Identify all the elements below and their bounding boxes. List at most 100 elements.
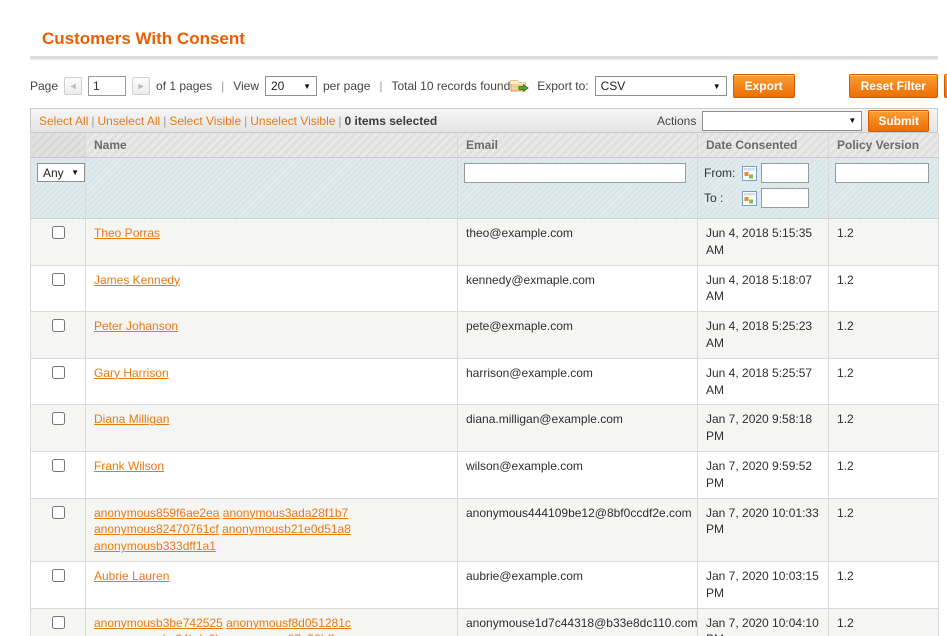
name-cell: anonymousb3be742525 anonymousf8d051281c … <box>86 608 458 636</box>
date-from-input[interactable] <box>761 163 809 183</box>
per-page-select[interactable]: 20 ▼ <box>265 76 317 96</box>
date-cell: Jan 7, 2020 10:03:15 PM <box>698 561 829 608</box>
submit-button[interactable]: Submit <box>868 110 929 132</box>
row-checkbox-cell <box>31 451 86 498</box>
export-format-select[interactable]: CSV ▼ <box>595 76 727 96</box>
date-cell: Jan 7, 2020 9:58:18 PM <box>698 405 829 452</box>
name-cell: anonymous859f6ae2ea anonymous3ada28f1b7 … <box>86 498 458 561</box>
row-checkbox-cell <box>31 498 86 561</box>
row-checkbox[interactable] <box>52 459 65 472</box>
page-label: Page <box>30 79 58 93</box>
table-row: anonymousb3be742525 anonymousf8d051281c … <box>31 608 939 636</box>
next-page-icon: ► <box>137 81 146 91</box>
per-page-label: per page <box>323 79 370 93</box>
row-checkbox-cell <box>31 312 86 359</box>
column-header-date-consented[interactable]: Date Consented <box>698 133 829 158</box>
row-checkbox-cell <box>31 608 86 636</box>
customer-name-link[interactable]: James Kennedy <box>94 273 180 287</box>
name-cell: Diana Milligan <box>86 405 458 452</box>
table-row: anonymous859f6ae2ea anonymous3ada28f1b7 … <box>31 498 939 561</box>
checkbox-column-header <box>31 133 86 158</box>
email-cell: wilson@example.com <box>458 451 698 498</box>
customer-name-link[interactable]: Frank Wilson <box>94 459 164 473</box>
grid-header-row: Name Email Date Consented Policy Version <box>31 133 939 158</box>
any-select[interactable]: Any ▼ <box>37 163 85 182</box>
email-filter-input[interactable] <box>464 163 686 183</box>
unselect-visible-link[interactable]: Unselect Visible <box>250 114 335 128</box>
date-to-input[interactable] <box>761 188 809 208</box>
calendar-icon[interactable] <box>742 166 757 181</box>
date-cell: Jan 7, 2020 10:04:10 PM <box>698 608 829 636</box>
grid-filter-row: Any ▼ From: <box>31 158 939 219</box>
row-checkbox[interactable] <box>52 319 65 332</box>
chevron-down-icon: ▼ <box>848 116 856 125</box>
select-all-link[interactable]: Select All <box>39 114 88 128</box>
email-cell: harrison@example.com <box>458 358 698 405</box>
row-checkbox[interactable] <box>52 273 65 286</box>
customer-name-link[interactable]: anonymous3ada28f1b7 <box>223 506 348 520</box>
previous-page-button[interactable]: ◄ <box>64 77 82 95</box>
date-cell: Jun 4, 2018 5:25:57 AM <box>698 358 829 405</box>
email-cell: pete@exmaple.com <box>458 312 698 359</box>
email-cell: kennedy@exmaple.com <box>458 265 698 312</box>
customer-name-link[interactable]: Peter Johanson <box>94 319 178 333</box>
customer-name-link[interactable]: anonymousf8d051281c <box>226 616 351 630</box>
email-cell: theo@example.com <box>458 219 698 266</box>
row-checkbox-cell <box>31 219 86 266</box>
email-cell: anonymouse1d7c44318@b33e8dc110.com <box>458 608 698 636</box>
policy-cell: 1.2 <box>829 561 939 608</box>
chevron-down-icon: ▼ <box>713 82 721 91</box>
customer-name-link[interactable]: Gary Harrison <box>94 366 169 380</box>
calendar-icon[interactable] <box>742 191 757 206</box>
customer-name-link[interactable]: anonymousb3be742525 <box>94 616 223 630</box>
table-row: Frank Wilson wilson@example.com Jan 7, 2… <box>31 451 939 498</box>
row-checkbox[interactable] <box>52 366 65 379</box>
separator: | <box>218 79 227 93</box>
policy-cell: 1.2 <box>829 451 939 498</box>
column-header-email[interactable]: Email <box>458 133 698 158</box>
next-page-button[interactable]: ► <box>132 77 150 95</box>
export-button[interactable]: Export <box>733 74 795 98</box>
row-checkbox[interactable] <box>52 412 65 425</box>
customer-name-link[interactable]: anonymous82470761cf <box>94 522 219 536</box>
per-page-value: 20 <box>271 79 284 93</box>
actions-select[interactable]: ▼ <box>702 111 862 131</box>
customer-name-link[interactable]: anonymousb333dff1a1 <box>94 539 216 553</box>
select-visible-link[interactable]: Select Visible <box>169 114 241 128</box>
reset-filter-button[interactable]: Reset Filter <box>849 74 938 98</box>
separator: | <box>241 114 250 128</box>
unselect-all-link[interactable]: Unselect All <box>97 114 160 128</box>
customer-name-link[interactable]: Diana Milligan <box>94 412 169 426</box>
date-cell: Jan 7, 2020 10:01:33 PM <box>698 498 829 561</box>
export-to-label: Export to: <box>537 79 588 93</box>
export-format-value: CSV <box>601 79 626 93</box>
customer-name-link[interactable]: anonymous859f6ae2ea <box>94 506 219 520</box>
massaction-bar: Select All | Unselect All | Select Visib… <box>30 108 938 133</box>
policy-cell: 1.2 <box>829 312 939 359</box>
customer-name-link[interactable]: anonymousabc24bde9b <box>94 632 222 636</box>
table-row: Aubrie Lauren aubrie@example.com Jan 7, … <box>31 561 939 608</box>
content-area: Customers With Consent Page ◄ ► of 1 pag… <box>30 29 938 636</box>
customer-name-link[interactable]: Aubrie Lauren <box>94 569 169 583</box>
customer-name-link[interactable]: Theo Porras <box>94 226 160 240</box>
row-checkbox[interactable] <box>52 569 65 582</box>
total-records-label: Total 10 records found <box>392 79 511 93</box>
row-checkbox[interactable] <box>52 506 65 519</box>
row-checkbox-cell <box>31 358 86 405</box>
actions-controls: Actions ▼ Submit <box>657 110 929 132</box>
date-cell: Jun 4, 2018 5:18:07 AM <box>698 265 829 312</box>
policy-version-filter-input[interactable] <box>835 163 929 183</box>
customer-name-link[interactable]: anonymous87a58bffac <box>225 632 346 636</box>
date-cell: Jun 4, 2018 5:25:23 AM <box>698 312 829 359</box>
customer-name-link[interactable]: anonymousb21e0d51a8 <box>222 522 351 536</box>
row-checkbox[interactable] <box>52 616 65 629</box>
column-header-policy-version[interactable]: Policy Version <box>829 133 939 158</box>
policy-cell: 1.2 <box>829 498 939 561</box>
name-cell: James Kennedy <box>86 265 458 312</box>
column-header-name[interactable]: Name <box>86 133 458 158</box>
row-checkbox-cell <box>31 561 86 608</box>
pagination-controls: Page ◄ ► of 1 pages | View 20 ▼ per page… <box>30 76 510 96</box>
page-number-input[interactable] <box>88 76 126 96</box>
chevron-down-icon: ▼ <box>303 82 311 91</box>
row-checkbox[interactable] <box>52 226 65 239</box>
